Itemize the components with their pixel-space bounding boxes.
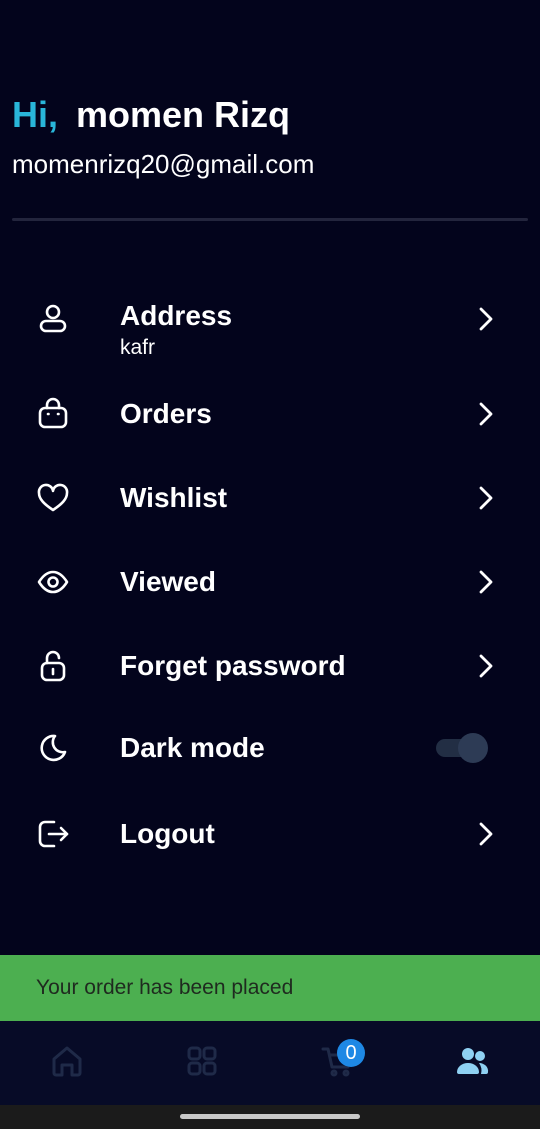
greeting-hi: Hi, [12, 94, 59, 135]
user-name: momen Rizq [76, 94, 291, 135]
menu-item-logout[interactable]: Logout [0, 799, 540, 869]
snackbar: Your order has been placed [0, 955, 540, 1021]
greeting: Hi, momen Rizq [12, 94, 290, 136]
menu-item-label: Forget password [120, 650, 346, 681]
user-icon [36, 302, 70, 336]
menu-item-label: Orders [120, 398, 212, 429]
menu-item-label: Wishlist [120, 482, 228, 513]
unlock-icon [36, 649, 70, 683]
menu-item-label: Viewed [120, 566, 216, 597]
chevron-right-icon [474, 305, 498, 333]
nav-profile-button[interactable] [450, 1039, 494, 1083]
nav-categories-button[interactable] [180, 1039, 224, 1083]
grid-icon [187, 1046, 217, 1076]
eye-icon [36, 565, 70, 599]
chevron-right-icon [474, 652, 498, 680]
menu-item-orders[interactable]: Orders [0, 379, 540, 449]
profile-icon [457, 1048, 489, 1074]
menu-item-wishlist[interactable]: Wishlist [0, 463, 540, 533]
menu-item-label: Address [120, 300, 233, 331]
heart-icon [36, 481, 70, 515]
bottom-nav [0, 1021, 540, 1105]
chevron-right-icon [474, 484, 498, 512]
home-icon [52, 1046, 82, 1077]
snackbar-message: Your order has been placed [36, 976, 294, 999]
profile-screen: Hi, momen Rizq momenrizq20@gmail.com Addr… [0, 0, 540, 1129]
system-navigation-bar [0, 1105, 540, 1129]
chevron-right-icon [474, 400, 498, 428]
menu-item-label: Dark mode [120, 732, 265, 763]
dark-mode-toggle[interactable] [434, 733, 490, 763]
address-value: kafr [120, 336, 156, 359]
menu-item-label: Logout [120, 818, 215, 849]
home-indicator[interactable] [180, 1114, 360, 1119]
nav-home-button[interactable] [45, 1039, 89, 1083]
user-email: momenrizq20@gmail.com [12, 149, 315, 179]
chevron-right-icon [474, 568, 498, 596]
menu-item-forget-password[interactable]: Forget password [0, 631, 540, 701]
chevron-right-icon [474, 820, 498, 848]
menu-item-address[interactable]: Address kafr [0, 284, 540, 359]
toggle-thumb [458, 733, 488, 763]
cart-count-badge: 0 [337, 1039, 365, 1067]
divider [12, 218, 528, 221]
menu-item-dark-mode: Dark mode [0, 713, 540, 783]
moon-icon [36, 731, 70, 765]
bag-icon [36, 397, 70, 431]
logout-icon [36, 817, 70, 851]
menu-item-viewed[interactable]: Viewed [0, 547, 540, 617]
